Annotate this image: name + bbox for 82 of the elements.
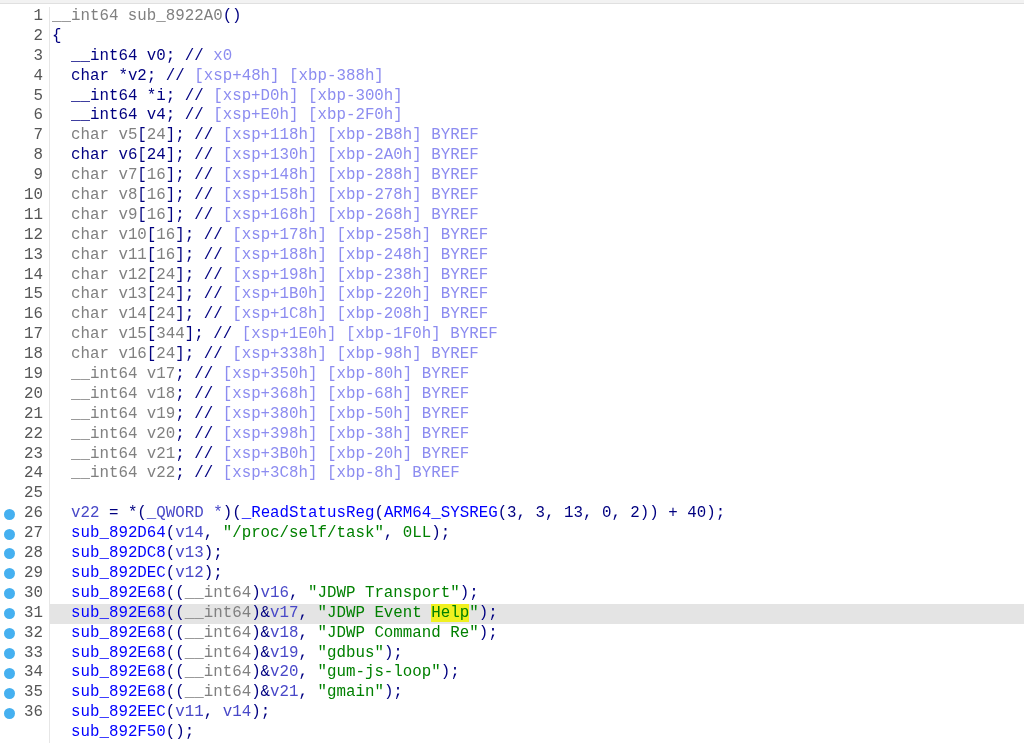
line-number: 11 [23,205,44,226]
breakpoint-icon[interactable] [4,687,15,699]
code-line: __int64 v4; // [xsp+E0h] [xbp-2F0h] [70,106,404,127]
breakpoint-icon[interactable] [4,647,15,659]
code-line: __int64 v21; // [xsp+3B0h] [xbp-20h] BYREF [70,444,471,465]
breakpoint-icon[interactable] [4,588,15,600]
code-line: __int64 sub_8922A0() [51,7,243,27]
line-number: 34 [23,663,44,684]
line-number: 21 [23,404,44,425]
line-number: 23 [23,444,44,465]
code-line: char v11[16]; // [xsp+188h] [xbp-248h] BYREF [70,245,490,266]
line-number: 6 [32,106,44,127]
line-number: 5 [32,86,44,107]
line-number: 7 [32,126,44,147]
code-line: __int64 v17; // [xsp+350h] [xbp-80h] BYREF [70,365,471,385]
code-line: char v7[16]; // [xsp+148h] [xbp-288h] BYREF [70,166,480,186]
line-number: 16 [23,305,44,326]
code-line: sub_892F50(); [70,723,196,743]
line-number: 28 [23,544,44,564]
code-line: sub_892EEC(v11, v14); [70,703,272,724]
code-line: __int64 v22; // [xsp+3C8h] [xbp-8h] BYREF [70,464,461,485]
code-line: __int64 *i; // [xsp+D0h] [xbp-300h] [70,86,404,107]
line-number: 18 [23,345,44,366]
code-line: __int64 v18; // [xsp+368h] [xbp-68h] BYREF [70,384,471,405]
line-number: 29 [23,563,44,584]
code-line: char v9[16]; // [xsp+168h] [xbp-268h] BYREF [70,205,480,226]
code-line: char v5[24]; // [xsp+118h] [xbp-2B8h] BYREF [70,126,480,147]
breakpoint-icon[interactable] [4,628,15,640]
line-number: 9 [32,166,44,187]
line-number: 12 [23,225,44,246]
code-line: char v13[24]; // [xsp+1B0h] [xbp-220h] BYREF [70,285,490,306]
code-line: sub_892D64(v14, "/proc/self/task", 0LL); [70,524,452,545]
breakpoint-icon[interactable] [4,548,15,560]
line-number: 3 [32,46,44,67]
line-number: 8 [32,146,44,167]
breakpoint-icon[interactable] [4,568,15,580]
code-line: sub_892E68((__int64)&v19, "gdbus"); [70,643,404,664]
breakpoint-icon[interactable] [4,707,15,719]
line-number: 22 [23,424,44,445]
code-line: __int64 v19; // [xsp+380h] [xbp-50h] BYREF [70,404,471,425]
code-line: __int64 v20; // [xsp+398h] [xbp-38h] BYREF [70,424,471,445]
code-line: __int64 v0; // x0 [70,46,234,67]
line-number: 26 [23,504,44,525]
code-line: sub_892E68((__int64)&v20, "gum-js-loop"); [70,663,461,684]
code-line: v22 = *(_QWORD *)(_ReadStatusReg(ARM64_SYSREG(3, 3, 13, 0, 2)) + 40); [70,504,727,525]
line-number: 32 [23,623,44,644]
code-line: char v10[16]; // [xsp+178h] [xbp-258h] BYREF [70,225,490,246]
line-number: 35 [23,683,44,704]
code-line: char v8[16]; // [xsp+158h] [xbp-278h] BYREF [70,186,480,206]
breakpoint-icon[interactable] [4,508,15,520]
line-number: 24 [23,464,44,485]
line-number: 30 [23,583,44,604]
line-number: 4 [32,66,44,87]
line-number: 1 [32,7,44,27]
breakpoint-icon[interactable] [4,667,15,679]
line-number: 20 [23,384,44,405]
code-line: sub_892E68((__int64)&v21, "gmain"); [70,683,404,704]
code-line: char v16[24]; // [xsp+338h] [xbp-98h] BYREF [70,345,480,366]
code-line: char *v2; // [xsp+48h] [xbp-388h] [70,66,385,87]
line-number: 15 [23,285,44,306]
code-line: char v14[24]; // [xsp+1C8h] [xbp-208h] BYREF [70,305,490,326]
line-number: 17 [23,325,44,346]
code-line: sub_892DC8(v13); [70,544,224,564]
code-line: char v15[344]; // [xsp+1E0h] [xbp-1F0h] BYREF [70,325,499,346]
breakpoint-icon[interactable] [4,528,15,540]
line-number: 19 [23,365,44,385]
line-number: 27 [23,524,44,545]
line-number: 31 [23,603,44,624]
code-line: sub_892E68((__int64)v16, "JDWP Transport"); [70,583,480,604]
code-line: { [51,26,63,47]
breakpoint-icon[interactable] [4,608,15,620]
line-number: 25 [23,484,44,505]
line-number: 36 [23,703,44,724]
code-line: char v12[24]; // [xsp+198h] [xbp-238h] BYREF [70,265,490,286]
line-number: 2 [32,26,44,47]
code-line: sub_892DEC(v12); [70,563,224,584]
line-number: 33 [23,643,44,664]
line-number: 13 [23,245,44,266]
line-number: 14 [23,265,44,286]
line-number: 10 [23,186,44,206]
code-line: sub_892E68((__int64)&v18, "JDWP Command Re"); [70,623,499,644]
code-line: char v6[24]; // [xsp+130h] [xbp-2A0h] BYREF [70,146,480,167]
